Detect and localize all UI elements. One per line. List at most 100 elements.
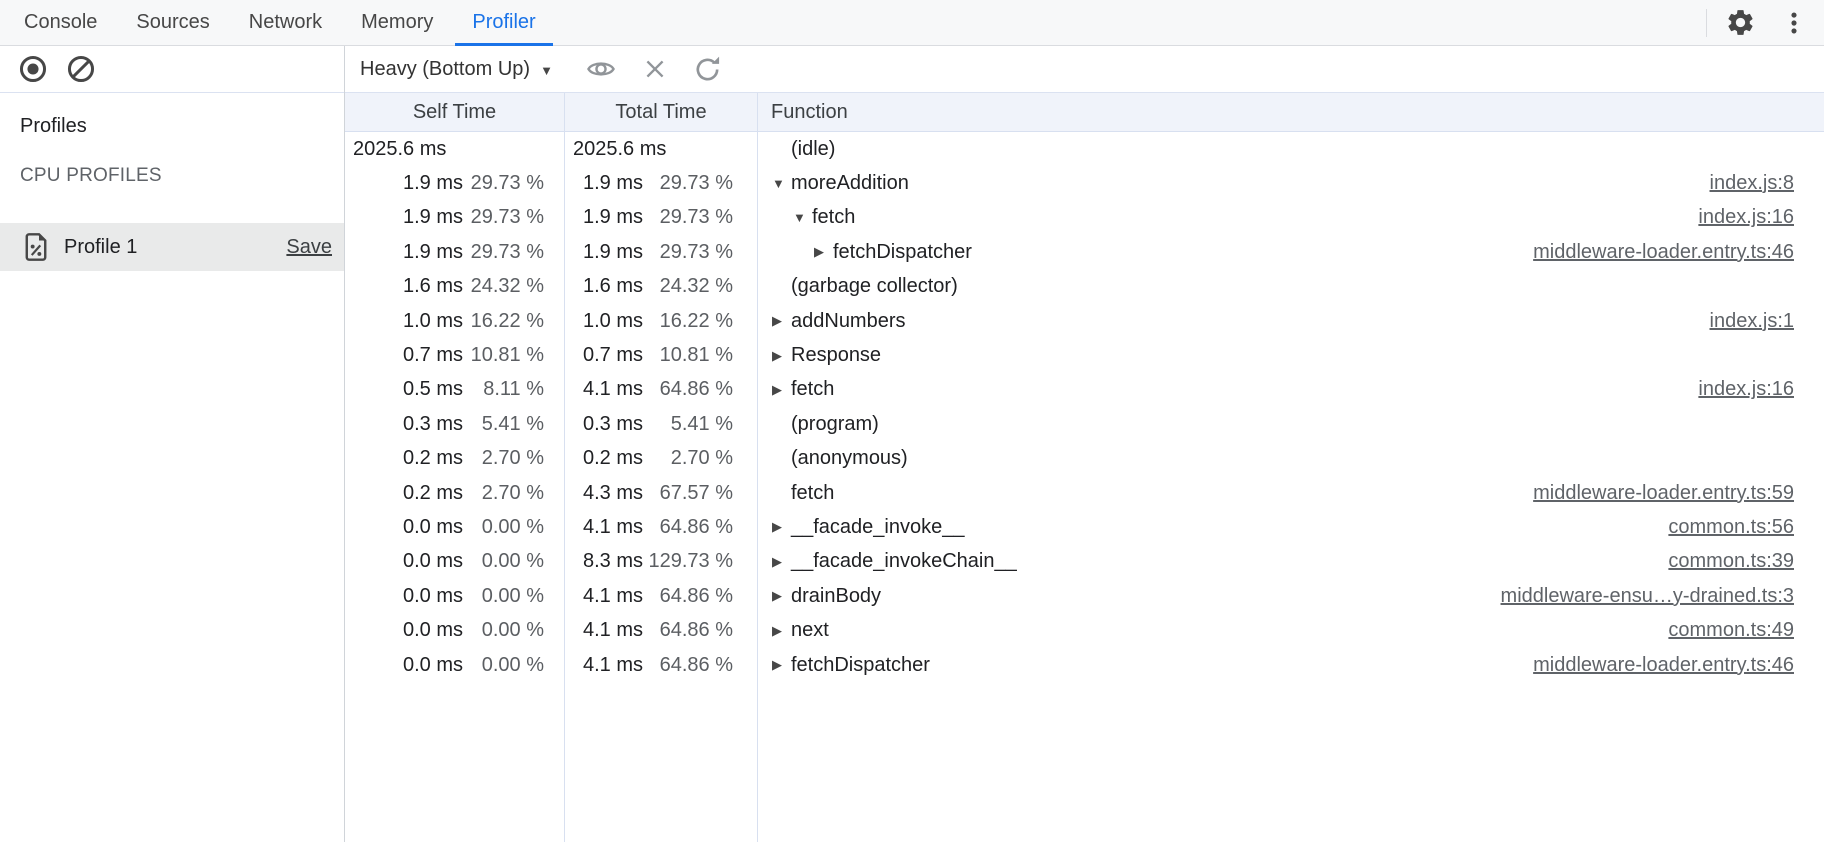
refresh-icon [693, 55, 722, 84]
self-time-cell: 1.0 ms16.22 % [345, 304, 565, 338]
table-row[interactable]: 0.0 ms0.00 %4.1 ms64.86 %▶drainBodymiddl… [345, 579, 1824, 613]
total-percent-value: 67.57 % [643, 482, 757, 505]
source-link[interactable]: index.js:1 [1690, 310, 1824, 333]
source-link[interactable]: common.ts:49 [1648, 619, 1824, 642]
expand-arrow-icon[interactable]: ▶ [814, 244, 833, 260]
source-link[interactable]: middleware-loader.entry.ts:59 [1513, 482, 1824, 505]
total-time-cell: 1.6 ms24.32 % [565, 270, 758, 304]
total-ms-value: 2025.6 ms [565, 138, 757, 161]
total-time-cell: 4.3 ms67.57 % [565, 476, 758, 510]
self-ms-value: 0.0 ms [345, 516, 463, 539]
table-row[interactable]: 2025.6 ms2025.6 ms(idle) [345, 132, 1824, 166]
record-button[interactable] [14, 50, 52, 88]
source-link[interactable]: middleware-loader.entry.ts:46 [1513, 654, 1824, 677]
table-row[interactable]: 0.0 ms0.00 %4.1 ms64.86 %▶nextcommon.ts:… [345, 613, 1824, 647]
total-percent-value: 64.86 % [643, 654, 757, 677]
total-time-cell: 4.1 ms64.86 % [565, 510, 758, 544]
expand-arrow-icon[interactable]: ▶ [772, 588, 791, 604]
column-header-function[interactable]: Function [758, 93, 1824, 131]
expand-arrow-icon[interactable]: ▶ [772, 554, 791, 570]
function-cell: ▼fetchindex.js:16 [758, 201, 1824, 235]
function-name: (idle) [791, 138, 835, 161]
function-cell: ▶__facade_invoke__common.ts:56 [758, 510, 1824, 544]
table-row[interactable]: 1.6 ms24.32 %1.6 ms24.32 %(garbage colle… [345, 270, 1824, 304]
total-percent-value: 64.86 % [643, 619, 757, 642]
source-link[interactable]: common.ts:39 [1648, 550, 1824, 573]
table-row[interactable]: 1.0 ms16.22 %1.0 ms16.22 %▶addNumbersind… [345, 304, 1824, 338]
function-name: moreAddition [791, 172, 909, 195]
expand-arrow-icon[interactable]: ▶ [772, 382, 791, 398]
function-cell: (idle) [758, 132, 1824, 166]
self-percent-value: 24.32 % [463, 275, 564, 298]
self-time-cell: 1.9 ms29.73 % [345, 201, 565, 235]
table-row[interactable]: 0.0 ms0.00 %4.1 ms64.86 %▶fetchDispatche… [345, 648, 1824, 682]
tab-console[interactable]: Console [7, 0, 114, 45]
function-name: next [791, 619, 829, 642]
column-header-self-time[interactable]: Self Time [345, 93, 565, 131]
source-link[interactable]: middleware-loader.entry.ts:46 [1513, 241, 1824, 264]
tab-network[interactable]: Network [232, 0, 339, 45]
self-ms-value: 1.9 ms [345, 172, 463, 195]
table-row[interactable]: 0.2 ms2.70 %4.3 ms67.57 %fetchmiddleware… [345, 476, 1824, 510]
self-percent-value: 0.00 % [463, 619, 564, 642]
self-ms-value: 1.0 ms [345, 310, 463, 333]
self-time-cell: 0.0 ms0.00 % [345, 648, 565, 682]
table-row[interactable]: 0.5 ms8.11 %4.1 ms64.86 %▶fetchindex.js:… [345, 373, 1824, 407]
table-row[interactable]: 0.0 ms0.00 %4.1 ms64.86 %▶__facade_invok… [345, 510, 1824, 544]
total-time-cell: 1.9 ms29.73 % [565, 201, 758, 235]
kebab-menu-icon [1780, 9, 1808, 37]
profiler-main-panel: Heavy (Bottom Up) ▼ [345, 46, 1824, 842]
restore-functions-button[interactable] [689, 51, 726, 88]
more-options-button[interactable] [1776, 5, 1812, 41]
column-header-total-time[interactable]: Total Time [565, 93, 758, 131]
record-icon [18, 54, 48, 84]
clear-profiles-button[interactable] [62, 50, 100, 88]
tab-sources[interactable]: Sources [119, 0, 226, 45]
expand-arrow-icon[interactable]: ▶ [772, 519, 791, 535]
collapse-arrow-icon[interactable]: ▼ [772, 176, 791, 191]
self-ms-value: 0.0 ms [345, 585, 463, 608]
table-row[interactable]: 0.3 ms5.41 %0.3 ms5.41 %(program) [345, 407, 1824, 441]
table-row[interactable]: 1.9 ms29.73 %1.9 ms29.73 %▶fetchDispatch… [345, 235, 1824, 269]
profiles-sidebar-panel: Profiles CPU PROFILES Profile 1 Save [0, 46, 345, 842]
source-link[interactable]: common.ts:56 [1648, 516, 1824, 539]
total-percent-value: 10.81 % [643, 344, 757, 367]
source-link[interactable]: middleware-ensu…y-drained.ts:3 [1481, 585, 1824, 608]
total-ms-value: 0.3 ms [565, 413, 643, 436]
settings-button[interactable] [1721, 3, 1760, 42]
source-link[interactable]: index.js:8 [1690, 172, 1824, 195]
view-mode-dropdown[interactable]: Heavy (Bottom Up) ▼ [358, 54, 555, 85]
expand-arrow-icon[interactable]: ▶ [772, 313, 791, 329]
source-link[interactable]: index.js:16 [1678, 378, 1824, 401]
function-cell: ▶fetch index.js:16 [758, 373, 1824, 407]
view-mode-label: Heavy (Bottom Up) [360, 58, 530, 81]
exclude-function-button[interactable] [637, 51, 673, 87]
total-percent-value: 64.86 % [643, 378, 757, 401]
function-name: (program) [791, 413, 879, 436]
total-time-cell: 1.0 ms16.22 % [565, 304, 758, 338]
expand-arrow-icon[interactable]: ▶ [772, 623, 791, 639]
total-time-filler [565, 682, 758, 842]
focus-function-button[interactable] [581, 49, 621, 89]
table-row[interactable]: 0.0 ms0.00 %8.3 ms129.73 %▶__facade_invo… [345, 545, 1824, 579]
collapse-arrow-icon[interactable]: ▼ [793, 210, 812, 225]
self-ms-value: 0.0 ms [345, 654, 463, 677]
save-profile-link[interactable]: Save [286, 236, 332, 259]
sidebar-item-profile-1[interactable]: Profile 1 Save [0, 223, 344, 271]
expand-arrow-icon[interactable]: ▶ [772, 348, 791, 364]
self-time-cell: 1.9 ms29.73 % [345, 166, 565, 200]
function-name: fetch [791, 378, 834, 401]
self-ms-value: 0.2 ms [345, 482, 463, 505]
table-row[interactable]: 0.7 ms10.81 %0.7 ms10.81 %▶Response [345, 338, 1824, 372]
expand-arrow-icon[interactable]: ▶ [772, 657, 791, 673]
total-time-cell: 1.9 ms29.73 % [565, 235, 758, 269]
gear-icon [1725, 7, 1756, 38]
function-name: fetchDispatcher [791, 654, 930, 677]
source-link[interactable]: index.js:16 [1678, 206, 1824, 229]
tab-profiler[interactable]: Profiler [455, 0, 552, 45]
table-row[interactable]: 1.9 ms29.73 %1.9 ms29.73 %▼moreAdditioni… [345, 166, 1824, 200]
table-row[interactable]: 1.9 ms29.73 %1.9 ms29.73 %▼fetchindex.js… [345, 201, 1824, 235]
table-row[interactable]: 0.2 ms2.70 %0.2 ms2.70 %(anonymous) [345, 442, 1824, 476]
self-time-filler [345, 682, 565, 842]
tab-memory[interactable]: Memory [344, 0, 450, 45]
